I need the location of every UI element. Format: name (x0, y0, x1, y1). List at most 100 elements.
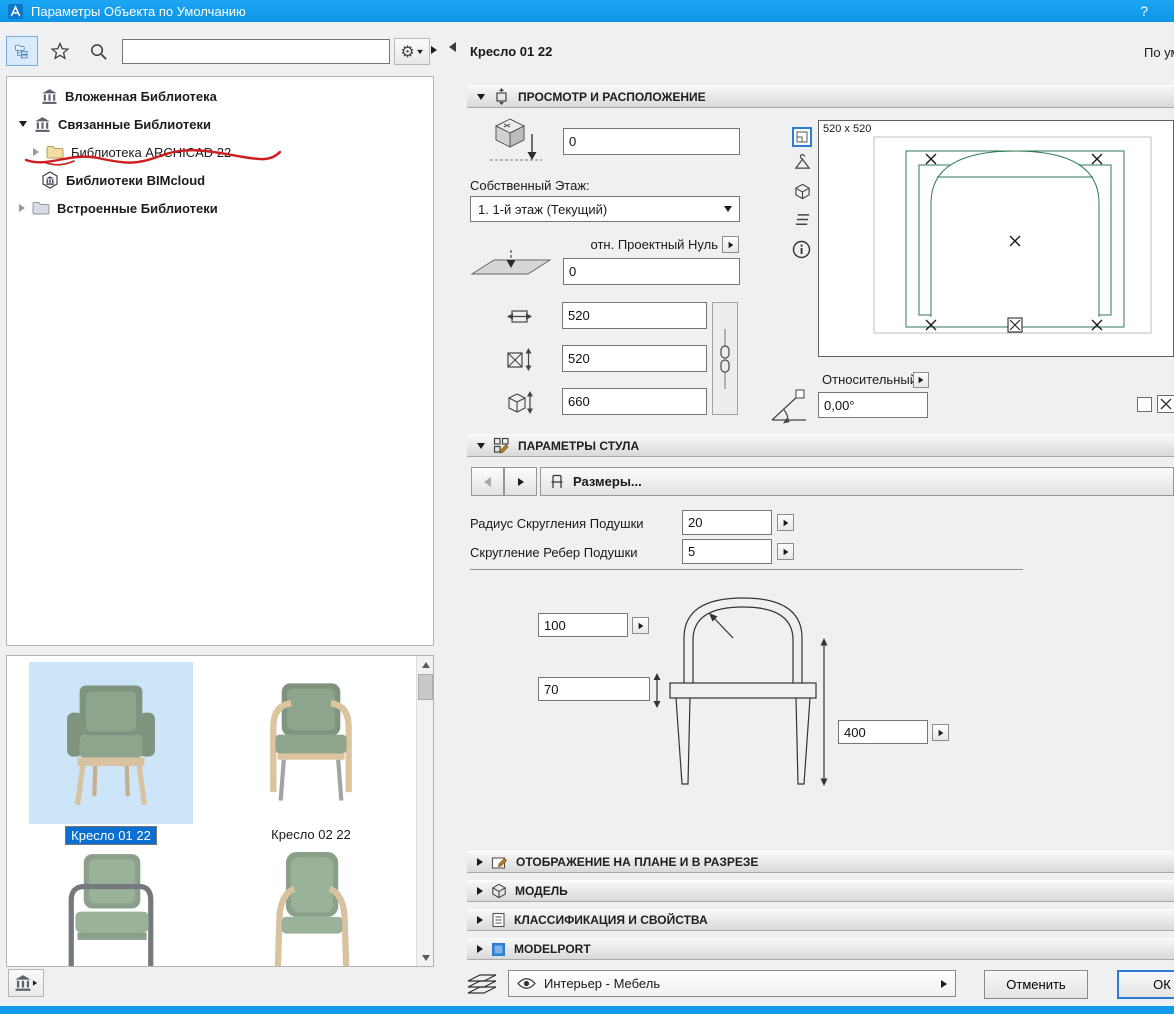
reference-level-popup-button[interactable] (722, 236, 739, 253)
view-front-button[interactable] (791, 151, 813, 173)
section-classification[interactable]: КЛАССИФИКАЦИЯ И СВОЙСТВА (467, 909, 1174, 931)
chevron-collapsed-icon[interactable] (19, 204, 25, 212)
width-input[interactable] (562, 302, 707, 329)
window-title: Параметры Объекта по Умолчанию (31, 3, 246, 19)
star-icon (50, 41, 70, 60)
diagram-back-radius-popup-button[interactable] (632, 617, 649, 634)
thumbnail-chair-02[interactable] (229, 662, 393, 824)
section-plan-display[interactable]: ОТОБРАЖЕНИЕ НА ПЛАНЕ И В РАЗРЕЗЕ (467, 851, 1174, 873)
chevron-down-icon (724, 206, 732, 212)
section-title: ПАРАМЕТРЫ СТУЛА (518, 438, 640, 453)
object-preview-area[interactable]: 520 x 520 (818, 120, 1174, 357)
param-edge-round-input[interactable] (682, 539, 772, 564)
top-offset-input[interactable] (563, 128, 740, 155)
info-button[interactable] (790, 238, 813, 261)
tree-item-embedded-library[interactable]: Вложенная Библиотека (7, 82, 433, 110)
view-3d-button[interactable] (791, 180, 813, 202)
link-dimensions-toggle[interactable] (712, 302, 738, 415)
section-title: ПРОСМОТР И РАСПОЛОЖЕНИЕ (518, 89, 706, 104)
previous-page-button[interactable] (471, 467, 504, 496)
chair-03-image (68, 854, 154, 966)
section-collapsed-icon (477, 916, 483, 924)
search-button[interactable] (84, 38, 112, 64)
app-icon (8, 3, 23, 19)
view-picture-button[interactable] (791, 208, 813, 230)
thumbnail-scrollbar[interactable] (416, 656, 433, 966)
library-manager-button[interactable] (8, 969, 44, 997)
tree-item-label: Встроенные Библиотеки (57, 200, 218, 216)
plan-view-icon (796, 131, 808, 143)
height-dimension-icon (507, 391, 533, 414)
section-modelport[interactable]: MODELPORT (467, 938, 1174, 960)
chair-diagram (653, 597, 828, 786)
preview-size-label: 520 x 520 (823, 123, 872, 135)
diagram-back-radius-input[interactable] (538, 613, 628, 637)
thumbnail-chair-01-label[interactable]: Кресло 01 22 (65, 826, 157, 845)
tree-item-linked-libraries[interactable]: Связанные Библиотеки (7, 110, 433, 138)
favorites-button[interactable] (46, 38, 74, 64)
tree-item-builtin-libraries[interactable]: Встроенные Библиотеки (7, 194, 433, 222)
next-page-button[interactable] (504, 467, 537, 496)
thumbnail-chair-02-label[interactable]: Кресло 02 22 (266, 826, 356, 843)
search-input[interactable] (122, 39, 390, 64)
tree-item-bimcloud-libraries[interactable]: Библиотеки BIMcloud (7, 166, 433, 194)
toolbar-flyout-arrow-icon[interactable] (431, 46, 437, 54)
chair-04-image (274, 852, 350, 966)
section-chair-parameters[interactable]: ПАРАМЕТРЫ СТУЛА (467, 434, 1174, 457)
diagram-seat-height-input[interactable] (838, 720, 928, 744)
scroll-up-button[interactable] (417, 656, 433, 673)
rotation-angle-input[interactable] (818, 392, 928, 418)
rotation-angle-icon (771, 389, 806, 424)
depth-input[interactable] (562, 345, 707, 372)
bottom-elevation-icon (470, 250, 552, 275)
param-cushion-radius-popup-button[interactable] (777, 514, 794, 531)
cancel-button[interactable]: Отменить (984, 970, 1088, 999)
object-thumbnail-panel: Кресло 01 22 Кресло 02 22 (6, 655, 434, 967)
relative-angle-popup-button[interactable] (913, 372, 929, 388)
plan-display-icon (491, 856, 508, 869)
bottom-offset-input[interactable] (563, 258, 740, 285)
red-scribble-annotation (24, 149, 282, 166)
folder-icon (32, 202, 50, 215)
collapse-panel-button[interactable] (449, 42, 456, 52)
use-relative-checkbox[interactable] (1137, 397, 1152, 412)
section-model[interactable]: МОДЕЛЬ (467, 880, 1174, 902)
diagram-seat-height-popup-button[interactable] (932, 724, 949, 741)
param-cushion-radius-label: Радиус Скругления Подушки (470, 516, 644, 531)
thumbnail-chair-01[interactable] (29, 662, 193, 824)
scrollbar-thumb[interactable] (418, 674, 433, 700)
gear-icon: ⚙ (400, 43, 415, 61)
ok-button[interactable]: ОК (1117, 970, 1174, 999)
layer-select[interactable]: Интерьер - Мебель (508, 970, 956, 997)
object-name: Кресло 01 22 (470, 44, 553, 59)
section-collapsed-icon (477, 945, 483, 953)
thumbnail-chair-03[interactable] (29, 852, 193, 966)
window-titlebar: Параметры Объекта по Умолчанию ? (0, 0, 1174, 22)
help-button[interactable]: ? (1140, 3, 1148, 19)
parameters-icon (493, 437, 509, 454)
top-elevation-icon (490, 118, 542, 161)
chevron-expanded-icon[interactable] (19, 121, 27, 127)
scroll-down-button[interactable] (417, 949, 433, 966)
section-title: МОДЕЛЬ (515, 884, 568, 898)
library-building-icon (35, 116, 50, 132)
bimcloud-library-icon (42, 171, 58, 189)
param-cushion-radius-input[interactable] (682, 510, 772, 535)
section-preview-placement[interactable]: ПРОСМОТР И РАСПОЛОЖЕНИЕ (467, 85, 1174, 108)
settings-button[interactable]: ⚙ (394, 38, 430, 65)
home-story-select[interactable]: 1. 1-й этаж (Текущий) (470, 196, 740, 222)
param-edge-round-popup-button[interactable] (777, 543, 794, 560)
chevron-right-icon (941, 979, 947, 988)
diagram-cushion-height-input[interactable] (538, 677, 650, 701)
eye-icon (517, 978, 536, 989)
width-dimension-icon (507, 310, 532, 323)
view-2d-plan-button[interactable] (792, 127, 812, 147)
parameter-page-select[interactable]: Размеры... (540, 467, 1174, 496)
placement-icon (496, 88, 507, 105)
thumbnail-chair-04[interactable] (229, 852, 393, 966)
folder-view-toggle-button[interactable] (6, 36, 38, 66)
section-expanded-icon (477, 93, 485, 100)
mirror-checkbox[interactable] (1157, 395, 1174, 413)
chair-02-image (270, 683, 352, 801)
height-input[interactable] (562, 388, 707, 415)
